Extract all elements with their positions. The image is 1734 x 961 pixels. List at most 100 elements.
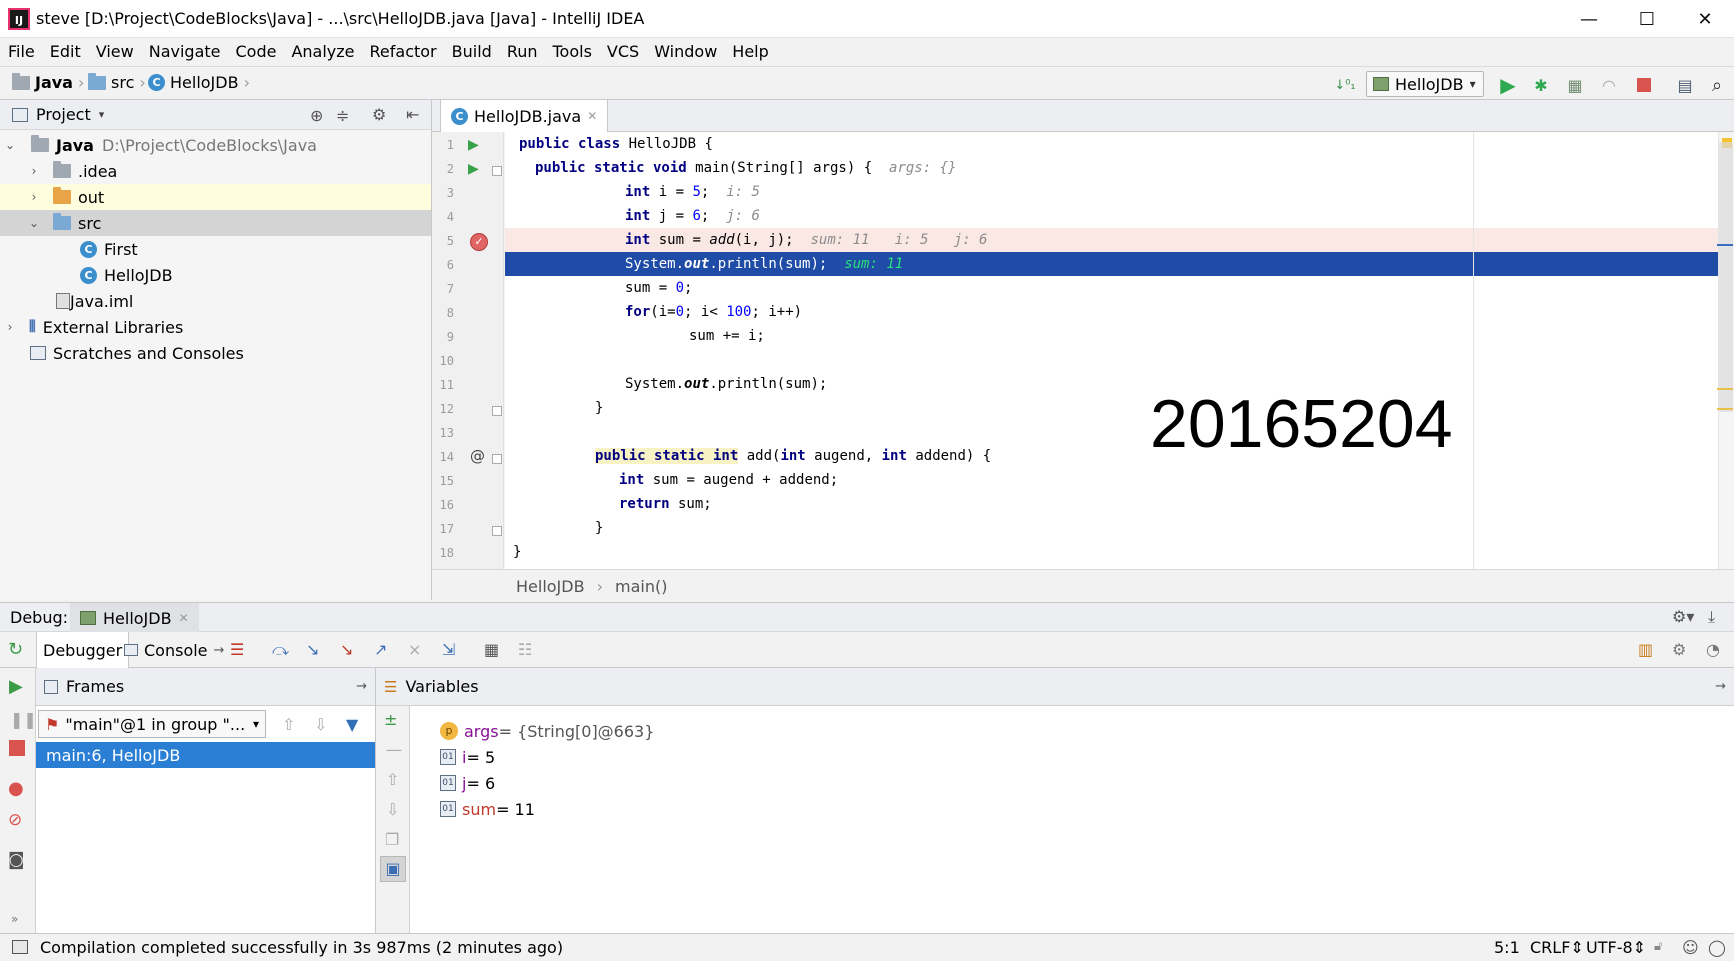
project-structure-icon[interactable]: ▤: [1674, 75, 1696, 95]
thread-select[interactable]: ⚑ "main"@1 in group "... ▾: [38, 710, 266, 738]
close-button[interactable]: ✕: [1676, 0, 1734, 38]
stop-icon[interactable]: [9, 740, 25, 756]
event-log-icon[interactable]: ◯: [1708, 938, 1726, 957]
settings-icon[interactable]: ⚙: [1672, 640, 1686, 659]
debug-bug-icon[interactable]: ✱: [1530, 75, 1552, 95]
move-up-icon[interactable]: ⇧: [386, 770, 399, 789]
evaluate-expression-icon[interactable]: ▦: [484, 640, 499, 659]
nav-crumb-java[interactable]: Java ›: [12, 72, 84, 92]
menu-edit[interactable]: Edit: [42, 38, 88, 61]
tree-item-idea[interactable]: › .idea: [0, 158, 431, 184]
maximize-button[interactable]: ☐: [1618, 0, 1676, 38]
run-icon[interactable]: ▶: [1497, 73, 1519, 97]
debug-session-tab[interactable]: HelloJDB ✕: [70, 603, 199, 633]
variable-i[interactable]: 01 i = 5: [440, 744, 495, 770]
tree-item-external-libraries[interactable]: › ⫴ External Libraries: [0, 314, 431, 340]
run-configuration-select[interactable]: HelloJDB ▾: [1366, 71, 1484, 97]
run-to-cursor-icon[interactable]: ⇲: [442, 640, 455, 659]
menu-vcs[interactable]: VCS: [599, 38, 646, 61]
collapse-all-icon[interactable]: ≑: [336, 106, 349, 125]
fold-icon[interactable]: [492, 166, 502, 176]
hide-panel-icon[interactable]: ⇤: [406, 105, 419, 124]
project-panel-title[interactable]: Project: [36, 105, 91, 124]
line-separator[interactable]: CRLF⇕: [1530, 938, 1584, 957]
nav-crumb-src[interactable]: src ›: [88, 72, 146, 92]
menu-run[interactable]: Run: [499, 38, 545, 61]
more-icon[interactable]: »: [11, 912, 18, 926]
caret-position[interactable]: 5:1: [1494, 938, 1520, 957]
inspector-icon[interactable]: ☺: [1682, 938, 1699, 957]
minimize-button[interactable]: —: [1560, 0, 1618, 38]
chevron-down-icon[interactable]: ▾: [99, 108, 105, 121]
mute-breakpoints-icon[interactable]: ⊘: [8, 810, 22, 830]
tree-item-java[interactable]: ⌄ Java D:\Project\CodeBlocks\Java: [0, 132, 431, 158]
pause-icon[interactable]: ❚❚: [10, 710, 37, 729]
duplicate-watch-icon[interactable]: ❐: [385, 830, 399, 849]
step-into-icon[interactable]: ↘: [306, 640, 319, 659]
pin-icon[interactable]: →: [1715, 679, 1726, 694]
warning-stripe-mark[interactable]: [1717, 388, 1733, 390]
variable-sum[interactable]: 01 sum = 11: [440, 796, 535, 822]
step-out-icon[interactable]: ↗: [374, 640, 387, 659]
new-watch-icon[interactable]: ±: [384, 710, 397, 729]
close-tab-icon[interactable]: ✕: [587, 109, 597, 123]
stop-icon[interactable]: [1633, 75, 1655, 95]
tree-item-out[interactable]: › out: [0, 184, 431, 210]
menu-view[interactable]: View: [88, 38, 141, 61]
run-gutter-icon[interactable]: ▶: [468, 137, 479, 153]
variable-j[interactable]: 01 j = 6: [440, 770, 495, 796]
rerun-icon[interactable]: ↻: [8, 639, 23, 660]
fold-icon[interactable]: [492, 454, 502, 464]
menu-tools[interactable]: Tools: [545, 38, 599, 61]
warning-stripe-mark[interactable]: [1717, 408, 1733, 410]
menu-analyze[interactable]: Analyze: [283, 38, 361, 61]
build-icon[interactable]: ↓⁰₁: [1334, 75, 1356, 95]
step-over-icon[interactable]: ⤼: [272, 640, 289, 660]
trace-icon[interactable]: ☷: [518, 640, 532, 659]
editor-error-stripe[interactable]: [1717, 132, 1734, 569]
chevron-down-icon[interactable]: ⌄: [26, 216, 42, 230]
get-thread-dump-icon[interactable]: ◙: [8, 850, 25, 870]
profile-icon[interactable]: ◠: [1598, 75, 1620, 95]
nav-crumb-hellojdb[interactable]: C HelloJDB ›: [148, 73, 250, 92]
editor-gutter[interactable]: 1 2 3 4 5 6 7 8 9 10 11 12 13 14 15 16 1…: [432, 132, 504, 569]
chevron-down-icon[interactable]: ⌄: [2, 138, 18, 152]
file-encoding[interactable]: UTF-8⇕: [1586, 938, 1646, 957]
tree-item-java-iml[interactable]: Java.iml: [0, 288, 431, 314]
coverage-icon[interactable]: ▦: [1564, 75, 1586, 95]
code-editor[interactable]: public class HelloJDB { public static vo…: [505, 132, 1718, 569]
menu-code[interactable]: Code: [228, 38, 284, 61]
force-step-into-icon[interactable]: ↘: [340, 640, 353, 659]
tab-console[interactable]: Console →: [118, 632, 230, 668]
tree-item-first[interactable]: C First: [0, 236, 431, 262]
mute-breakpoints-icon[interactable]: ◔: [1706, 640, 1720, 659]
fold-icon[interactable]: [492, 406, 502, 416]
menu-help[interactable]: Help: [724, 38, 775, 61]
tree-item-scratches[interactable]: Scratches and Consoles: [0, 340, 431, 366]
chevron-right-icon[interactable]: ›: [2, 320, 18, 334]
menu-build[interactable]: Build: [444, 38, 499, 61]
tree-item-hellojdb[interactable]: C HelloJDB: [0, 262, 431, 288]
filter-icon[interactable]: ▼: [346, 715, 358, 734]
tab-debugger[interactable]: Debugger: [36, 632, 130, 668]
editor-scrollbar-thumb[interactable]: [1719, 142, 1733, 412]
show-execution-point-icon[interactable]: ☰: [230, 640, 244, 659]
view-breakpoints-icon[interactable]: ●: [8, 778, 24, 799]
menu-refactor[interactable]: Refactor: [362, 38, 444, 61]
close-tab-icon[interactable]: ✕: [179, 611, 189, 625]
remove-watch-icon[interactable]: —: [386, 740, 402, 759]
breadcrumb-class[interactable]: HelloJDB: [516, 577, 585, 596]
menu-navigate[interactable]: Navigate: [141, 38, 228, 61]
drop-frame-icon[interactable]: ⨯: [408, 640, 421, 659]
gear-icon[interactable]: ⚙: [372, 105, 386, 124]
lock-icon[interactable]: 🔓︎: [1654, 939, 1662, 954]
breakpoint-stripe-mark[interactable]: [1717, 244, 1733, 246]
hide-panel-icon[interactable]: ⤓: [1708, 607, 1715, 627]
move-down-icon[interactable]: ⇩: [386, 800, 399, 819]
variable-args[interactable]: p args = {String[0]@663}: [440, 718, 654, 744]
chevron-right-icon[interactable]: ›: [26, 164, 42, 178]
run-gutter-icon[interactable]: ▶: [468, 161, 479, 177]
tool-windows-icon[interactable]: [12, 940, 28, 954]
recursive-call-icon[interactable]: @: [470, 447, 485, 465]
menu-window[interactable]: Window: [646, 38, 724, 61]
